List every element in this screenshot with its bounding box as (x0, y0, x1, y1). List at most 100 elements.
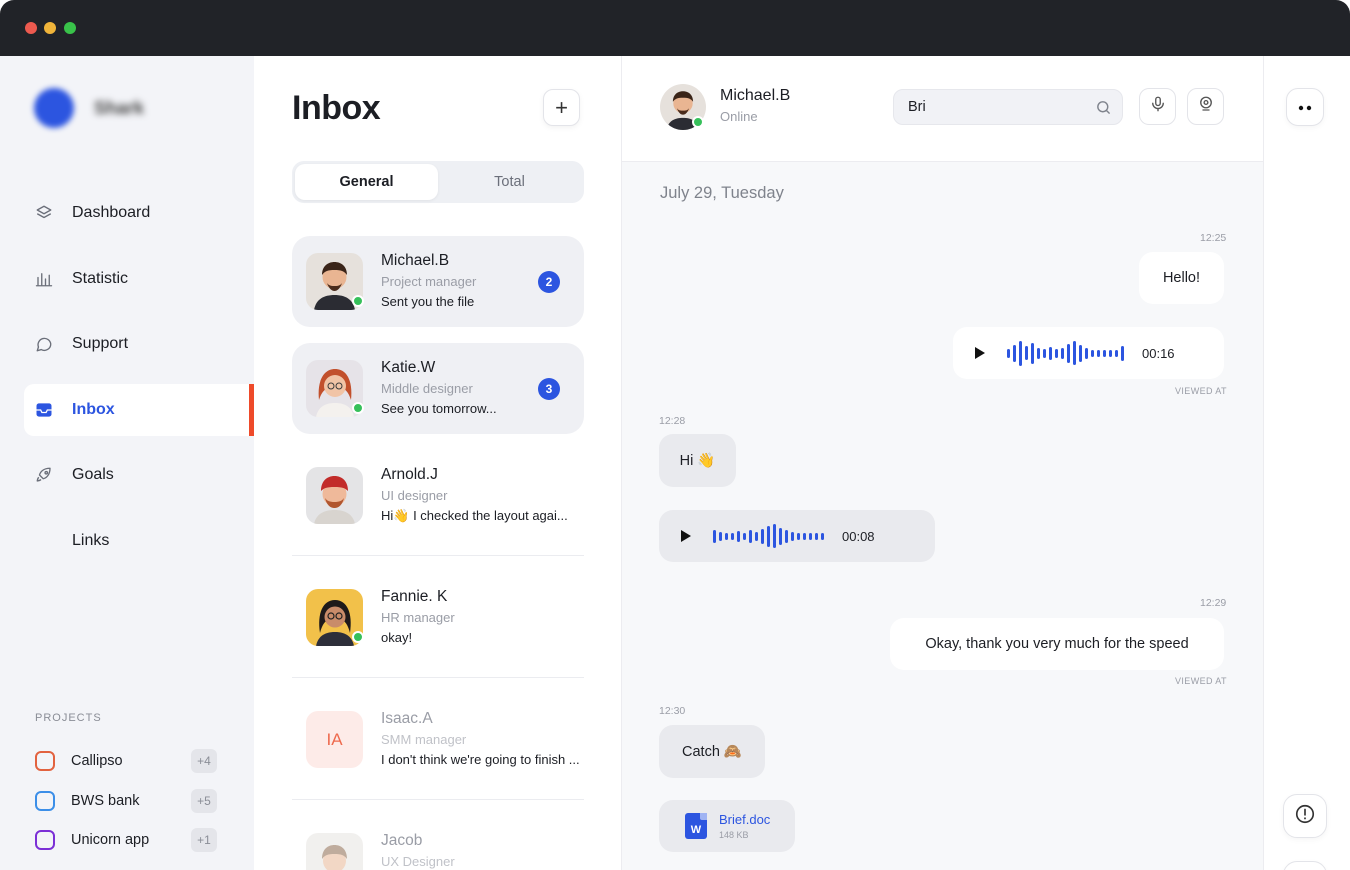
bar-chart-icon (34, 269, 54, 289)
tab-general[interactable]: General (295, 164, 438, 200)
conversation-item-arnold[interactable]: Arnold.J UI designer Hi👋 I checked the l… (292, 450, 584, 541)
conversation-item-michael[interactable]: Michael.B Project manager Sent you the f… (292, 236, 584, 327)
sidebar-item-support[interactable]: Support (24, 318, 254, 370)
project-item-bws-bank[interactable]: BWS bank +5 (35, 788, 217, 814)
new-conversation-button[interactable]: + (543, 89, 580, 126)
avatar (306, 833, 363, 870)
online-status-dot (352, 295, 364, 307)
sidebar-nav: Dashboard Statistic Support Inbox Goals (24, 187, 254, 580)
conversation-text: Fannie. K HR manager okay! (381, 588, 581, 645)
message-time: 12:25 (1200, 232, 1227, 244)
chat-panel: Michael.B Online July 29, Tuesday 12:25 … (622, 56, 1263, 870)
search-input[interactable] (908, 99, 1078, 115)
contact-name: Arnold.J (381, 466, 438, 483)
project-count-badge: +4 (191, 749, 217, 773)
rocket-icon (34, 465, 54, 485)
online-status-dot (352, 631, 364, 643)
message-time: 12:30 (659, 705, 686, 717)
project-color-swatch (35, 791, 55, 811)
sidebar-item-goals[interactable]: Goals (24, 449, 254, 501)
play-icon[interactable] (975, 347, 985, 359)
minimize-window-button[interactable] (44, 22, 56, 34)
message-bubble[interactable]: Hello! (1139, 252, 1224, 304)
sidebar-item-dashboard[interactable]: Dashboard (24, 187, 254, 239)
chat-date-separator: July 29, Tuesday (660, 184, 784, 202)
viewed-status: VIEWED AT (1175, 386, 1227, 396)
word-document-icon: W (685, 813, 707, 839)
conversation-item-jacob[interactable]: Jacob UX Designer (292, 816, 584, 870)
contact-role: UI designer (381, 488, 448, 503)
tab-total[interactable]: Total (438, 164, 581, 200)
contact-name: Isaac.A (381, 710, 433, 727)
avatar: IA (306, 711, 363, 768)
message-time: 12:28 (659, 415, 686, 427)
info-button[interactable] (1283, 794, 1327, 838)
sidebar-item-statistic[interactable]: Statistic (24, 253, 254, 305)
conversation-list-panel: Inbox + General Total Michael.B Project … (254, 56, 622, 870)
file-attachment[interactable]: W Brief.doc 148 KB (659, 800, 795, 852)
sidebar-item-inbox[interactable]: Inbox (24, 383, 254, 436)
alert-circle-icon (1294, 803, 1316, 830)
voice-duration: 00:08 (842, 528, 875, 544)
message-bubble[interactable]: Catch 🙈 (659, 725, 765, 778)
unread-count-badge: 2 (538, 271, 560, 293)
viewed-status: VIEWED AT (1175, 676, 1227, 686)
message-search (893, 89, 1123, 125)
conversation-item-isaac[interactable]: IA Isaac.A SMM manager I don't think we'… (292, 694, 584, 785)
project-name: Unicorn app (71, 832, 150, 848)
voice-call-button[interactable] (1139, 88, 1176, 125)
message-bubble[interactable]: Okay, thank you very much for the speed (890, 618, 1224, 670)
extra-action-button[interactable] (1283, 861, 1327, 870)
more-dots-icon (1297, 98, 1313, 116)
project-color-swatch (35, 830, 55, 850)
maximize-window-button[interactable] (64, 22, 76, 34)
contact-role: SMM manager (381, 732, 467, 747)
last-message: See you tomorrow... (381, 401, 497, 416)
projects-heading: PROJECTS (35, 712, 102, 724)
contact-role: UX Designer (381, 854, 455, 869)
message-text: Okay, thank you very much for the speed (925, 636, 1189, 652)
project-color-swatch (35, 751, 55, 771)
conversation-item-katie[interactable]: Katie.W Middle designer See you tomorrow… (292, 343, 584, 434)
sidebar-item-links[interactable]: Links (24, 515, 254, 567)
microphone-icon (1149, 95, 1167, 118)
project-item-callipso[interactable]: Callipso +4 (35, 748, 217, 774)
unread-count-badge: 3 (538, 378, 560, 400)
message-text: Catch 🙈 (682, 744, 742, 760)
online-status-dot (352, 402, 364, 414)
voice-message[interactable]: 00:16 (953, 327, 1224, 379)
play-icon[interactable] (681, 530, 691, 542)
chat-contact-status: Online (720, 109, 758, 124)
sidebar-item-label: Support (72, 335, 129, 352)
message-bubble[interactable]: Hi 👋 (659, 434, 736, 487)
contact-name: Katie.W (381, 359, 436, 376)
last-message: Sent you the file (381, 294, 475, 309)
contact-name: Michael.B (381, 252, 450, 269)
list-divider (292, 799, 584, 800)
inbox-icon (34, 400, 54, 420)
conversation-item-fannie[interactable]: Fannie. K HR manager okay! (292, 572, 584, 663)
waveform (713, 524, 824, 548)
sidebar-item-label: Inbox (72, 400, 115, 418)
chat-contact-name: Michael.B (720, 87, 791, 104)
chat-header: Michael.B Online (622, 56, 1263, 162)
video-call-button[interactable] (1187, 88, 1224, 125)
more-options-button[interactable] (1286, 88, 1324, 126)
sidebar: Shark Dashboard Statistic Support Inbox (0, 56, 254, 870)
search-icon[interactable] (1095, 99, 1112, 121)
brand[interactable]: Shark (34, 88, 144, 128)
sidebar-item-label: Links (72, 531, 110, 549)
window-titlebar (0, 0, 1350, 56)
layers-icon (34, 203, 54, 223)
voice-message[interactable]: 00:08 (659, 510, 935, 562)
links-icon (34, 531, 54, 551)
file-size: 148 KB (719, 830, 749, 840)
message-text: Hello! (1162, 270, 1201, 286)
contact-role: HR manager (381, 610, 455, 625)
project-item-unicorn-app[interactable]: Unicorn app +1 (35, 827, 217, 853)
last-message: okay! (381, 630, 413, 645)
project-count-badge: +1 (191, 828, 217, 852)
last-message: Hi👋 I checked the layout agai... (381, 508, 568, 523)
close-window-button[interactable] (25, 22, 37, 34)
file-name: Brief.doc (719, 812, 771, 827)
